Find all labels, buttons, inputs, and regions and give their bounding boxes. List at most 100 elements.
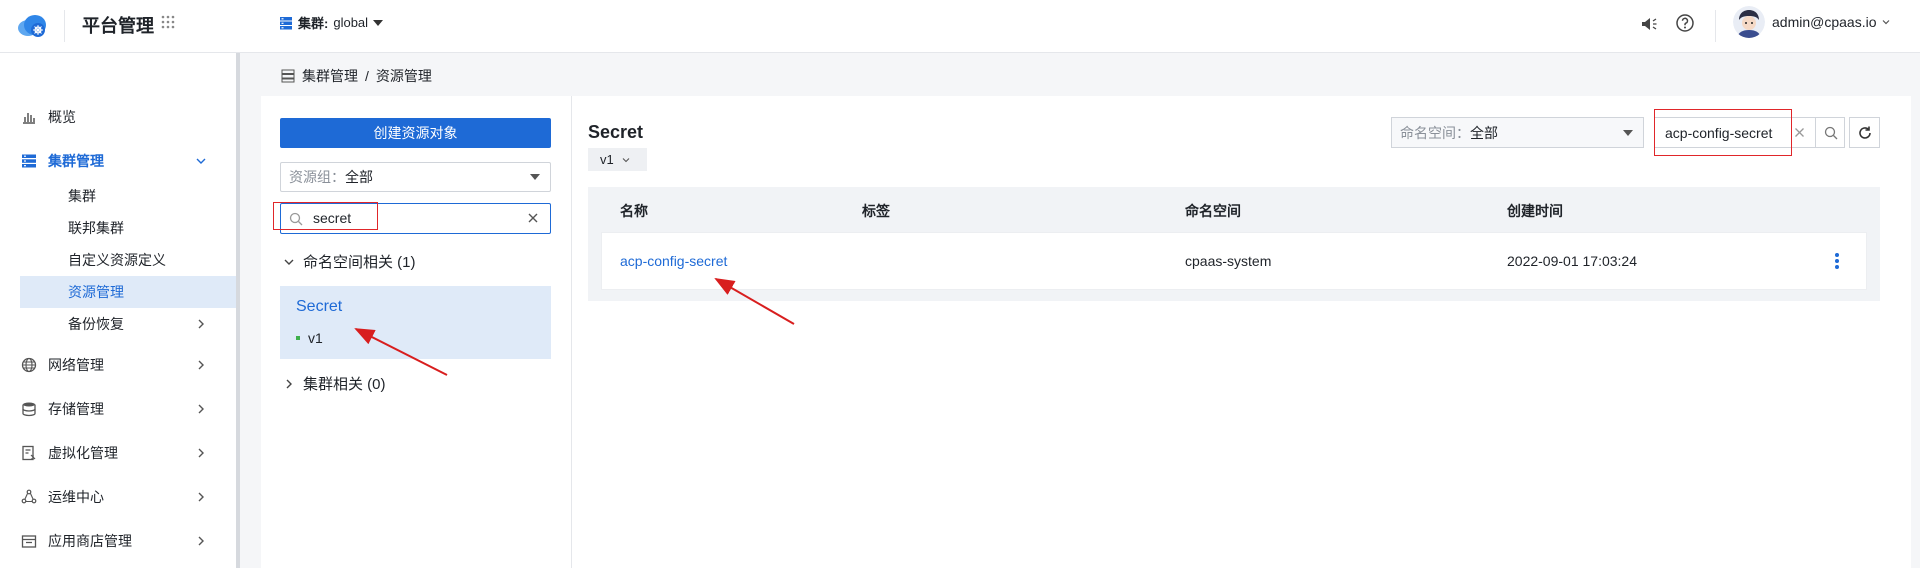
virtualization-icon (20, 444, 38, 462)
breadcrumb-separator: / (365, 68, 369, 84)
resource-created-time: 2022-09-01 17:03:24 (1507, 253, 1637, 269)
breadcrumb: 集群管理 / 资源管理 (281, 66, 432, 86)
tree-item-secret[interactable] (280, 286, 551, 359)
sidebar-item-label: 存储管理 (48, 401, 104, 417)
server-icon (281, 69, 295, 83)
refresh-button[interactable] (1849, 117, 1880, 148)
sidebar-subitem-federated-clusters[interactable]: 联邦集群 (20, 212, 236, 244)
more-actions-icon[interactable] (1834, 252, 1840, 270)
namespace-label: 命名空间： (1400, 124, 1470, 141)
refresh-icon (1858, 126, 1871, 139)
highlight-box (273, 202, 378, 230)
chevron-right-icon (198, 404, 204, 414)
sidebar-item-overview[interactable]: 概览 (20, 101, 236, 133)
chevron-down-icon (622, 157, 630, 162)
clear-icon[interactable] (1793, 126, 1806, 139)
avatar[interactable] (1733, 6, 1765, 38)
sidebar-item-label: 集群 (68, 188, 96, 204)
resource-group-select[interactable]: 资源组： 全部 (280, 162, 551, 192)
caret-down-icon (530, 174, 540, 180)
version-dot (296, 336, 300, 340)
chevron-down-icon (1882, 20, 1889, 25)
sidebar-item-storage[interactable]: 存储管理 (20, 393, 236, 425)
breadcrumb-parent[interactable]: 集群管理 (302, 66, 358, 86)
search-icon (1824, 126, 1837, 139)
sidebar-item-label: 网络管理 (48, 357, 104, 373)
sidebar-item-label: 概览 (48, 109, 76, 125)
chevron-down-icon (196, 158, 206, 164)
speaker-icon[interactable] (1640, 15, 1658, 33)
tree-group-cluster[interactable]: 集群相关 (0) (283, 373, 386, 394)
cluster-value: global (333, 15, 369, 30)
sidebar-subitem-crd[interactable]: 自定义资源定义 (20, 244, 236, 276)
chevron-right-icon (198, 360, 204, 370)
sidebar-scrollbar[interactable] (236, 53, 240, 568)
panel-divider (571, 96, 572, 568)
sidebar-item-virtualization[interactable]: 虚拟化管理 (20, 437, 236, 469)
sidebar-item-label: 应用商店管理 (48, 533, 132, 549)
tree-group-label: 集群相关 (0) (303, 376, 386, 393)
column-header-created: 创建时间 (1507, 203, 1563, 219)
globe-icon (20, 356, 38, 374)
sidebar-item-cluster-management[interactable]: 集群管理 (20, 145, 236, 177)
sidebar-subitem-backup-restore[interactable]: 备份恢复 (20, 308, 236, 340)
app-grid-icon[interactable] (160, 14, 176, 30)
tree-version-label[interactable]: v1 (308, 330, 323, 346)
page-title: Secret (588, 122, 644, 142)
sidebar-item-label: 资源管理 (68, 284, 124, 300)
resource-namespace: cpaas-system (1185, 253, 1272, 269)
sidebar-item-label: 虚拟化管理 (48, 445, 118, 461)
resource-group-label: 资源组： (289, 169, 345, 185)
clear-icon[interactable] (526, 211, 540, 225)
user-menu[interactable]: admin@cpaas.io (1772, 14, 1891, 30)
chevron-right-icon (198, 492, 204, 502)
namespace-select[interactable]: 命名空间： 全部 (1391, 117, 1644, 148)
cluster-switcher[interactable]: 集群: global (279, 13, 384, 32)
platform-logo-icon[interactable] (14, 8, 50, 44)
sidebar-subitem-clusters[interactable]: 集群 (20, 180, 236, 212)
sidebar-item-ops-center[interactable]: 运维中心 (20, 481, 236, 513)
chevron-right-icon (198, 536, 204, 546)
sidebar-item-network[interactable]: 网络管理 (20, 349, 236, 381)
resource-name-link[interactable]: acp-config-secret (620, 253, 727, 269)
sidebar-item-label: 联邦集群 (68, 220, 124, 236)
chevron-right-icon (286, 379, 292, 388)
version-value: v1 (600, 152, 614, 167)
chevron-right-icon (198, 319, 204, 329)
namespace-value: 全部 (1470, 124, 1498, 141)
chevron-down-icon (284, 259, 294, 265)
resource-group-value: 全部 (345, 169, 373, 185)
breadcrumb-current: 资源管理 (375, 68, 432, 84)
column-header-name: 名称 (620, 203, 648, 219)
search-button[interactable] (1815, 118, 1845, 147)
app-title: 平台管理 (82, 16, 154, 36)
bar-chart-icon (20, 108, 38, 126)
highlight-box (1654, 109, 1792, 156)
caret-down-icon (1623, 130, 1633, 136)
topbar-divider (64, 10, 65, 42)
sidebar-item-label: 自定义资源定义 (68, 252, 166, 268)
top-bar: 平台管理 集群: global admin@cpaas.io (0, 0, 1920, 53)
database-icon (20, 400, 38, 418)
server-icon (20, 152, 38, 170)
caret-down-icon (373, 19, 384, 26)
sidebar-item-app-store[interactable]: 应用商店管理 (20, 525, 236, 557)
tree-group-namespaced[interactable]: 命名空间相关 (1) (283, 251, 416, 272)
tree-kind-label[interactable]: Secret (296, 298, 342, 316)
cluster-icon (280, 16, 292, 29)
tree-group-label: 命名空间相关 (1) (303, 254, 416, 271)
sidebar-item-label: 运维中心 (48, 489, 104, 505)
version-select[interactable]: v1 (588, 148, 647, 171)
user-name: admin@cpaas.io (1772, 14, 1877, 30)
sidebar-item-label: 集群管理 (48, 153, 104, 169)
column-header-namespace: 命名空间 (1185, 203, 1241, 219)
column-header-labels: 标签 (862, 203, 890, 219)
ops-icon (20, 488, 38, 506)
help-icon[interactable] (1675, 13, 1695, 33)
cluster-label: 集群: (298, 16, 329, 31)
topbar-divider (1715, 10, 1716, 42)
store-icon (20, 532, 38, 550)
chevron-right-icon (198, 448, 204, 458)
create-resource-button[interactable]: 创建资源对象 (280, 118, 551, 148)
sidebar-subitem-resource-management[interactable]: 资源管理 (20, 276, 236, 308)
